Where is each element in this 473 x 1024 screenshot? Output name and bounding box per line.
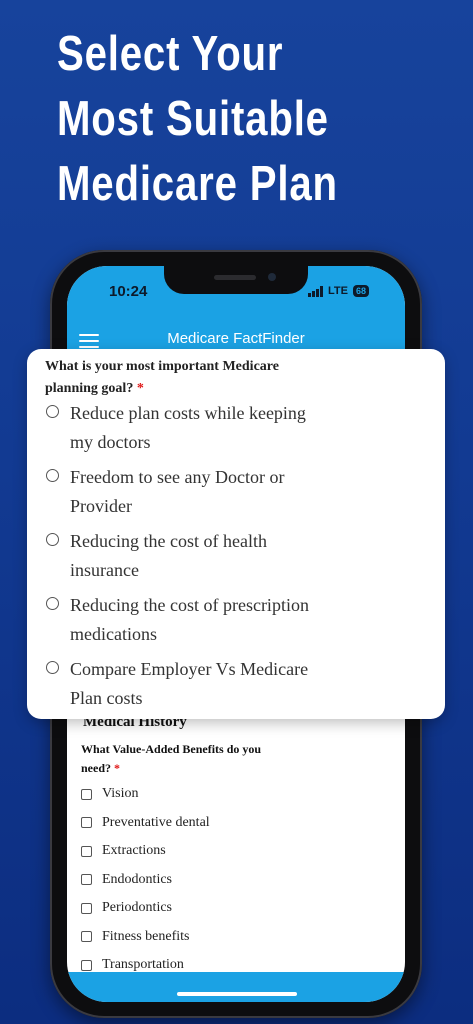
checkbox[interactable]: [81, 817, 92, 829]
app-bar: 10:24 LTE 68 Medicare FactFinder: [67, 266, 405, 356]
checkbox[interactable]: [81, 788, 92, 800]
benefits-question: What Value-Added Benefits do you need? *: [81, 740, 291, 778]
camera-icon: [268, 273, 276, 281]
benefit-option-vision[interactable]: Vision: [81, 780, 210, 809]
goal-question-card: What is your most important Medicare pla…: [27, 349, 445, 719]
bottom-bar: [67, 972, 405, 1002]
radio-button[interactable]: [46, 533, 59, 546]
radio-button[interactable]: [46, 405, 59, 418]
benefit-option-periodontics[interactable]: Periodontics: [81, 894, 210, 923]
headline-line: Medicare Plan: [57, 157, 338, 211]
status-time: 10:24: [109, 283, 148, 300]
goal-option[interactable]: Compare Employer Vs Medicare Plan costs: [46, 655, 310, 719]
benefit-option-endodontics[interactable]: Endodontics: [81, 866, 210, 895]
radio-button[interactable]: [46, 597, 59, 610]
radio-button[interactable]: [46, 469, 59, 482]
goal-option[interactable]: Reducing the cost of health insurance: [46, 527, 310, 591]
home-indicator[interactable]: [177, 992, 297, 996]
promo-headline: Select Your Most Suitable Medicare Plan: [57, 22, 385, 217]
goal-options: Reduce plan costs while keeping my docto…: [46, 399, 310, 719]
app-title: Medicare FactFinder: [167, 330, 305, 347]
battery-icon: 68: [352, 285, 369, 297]
headline-line: Most Suitable: [57, 92, 329, 146]
goal-option[interactable]: Freedom to see any Doctor or Provider: [46, 463, 310, 527]
benefit-label: Preventative dental: [102, 814, 210, 830]
goal-option-label: Compare Employer Vs Medicare Plan costs: [70, 659, 309, 708]
checkbox[interactable]: [81, 874, 92, 886]
network-label: LTE: [328, 285, 348, 297]
benefit-label: Transportation: [102, 957, 184, 973]
goal-option[interactable]: Reduce plan costs while keeping my docto…: [46, 399, 310, 463]
checkbox[interactable]: [81, 959, 92, 971]
benefit-label: Fitness benefits: [102, 928, 190, 944]
benefit-label: Vision: [102, 786, 139, 802]
benefits-checklist: Vision Preventative dental Extractions E…: [81, 780, 210, 980]
checkbox[interactable]: [81, 845, 92, 857]
goal-option-label: Reduce plan costs while keeping my docto…: [70, 403, 306, 452]
phone-notch: [164, 266, 308, 294]
checkbox[interactable]: [81, 902, 92, 914]
required-mark: *: [114, 761, 120, 775]
radio-button[interactable]: [46, 661, 59, 674]
benefit-label: Extractions: [102, 843, 166, 859]
goal-option-label: Reducing the cost of prescription medica…: [70, 595, 309, 644]
goal-option-label: Reducing the cost of health insurance: [70, 531, 267, 580]
goal-option-label: Freedom to see any Doctor or Provider: [70, 467, 285, 516]
benefit-label: Periodontics: [102, 900, 172, 916]
goal-question: What is your most important Medicare pla…: [45, 356, 325, 400]
goal-question-text: What is your most important Medicare pla…: [45, 359, 279, 396]
headline-line: Select Your: [57, 27, 284, 81]
required-mark: *: [136, 381, 144, 396]
benefit-label: Endodontics: [102, 871, 172, 887]
benefit-option-extractions[interactable]: Extractions: [81, 837, 210, 866]
benefit-option-fitness[interactable]: Fitness benefits: [81, 923, 210, 952]
checkbox[interactable]: [81, 931, 92, 943]
goal-option[interactable]: Reducing the cost of prescription medica…: [46, 591, 310, 655]
speaker-grille: [214, 275, 256, 280]
status-indicators: LTE 68: [308, 284, 369, 298]
benefits-question-text: What Value-Added Benefits do you need?: [81, 742, 262, 775]
benefit-option-preventative-dental[interactable]: Preventative dental: [81, 809, 210, 838]
signal-icon: [308, 285, 323, 297]
